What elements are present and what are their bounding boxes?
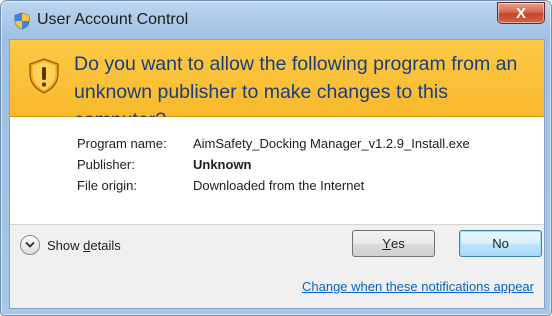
title-bar: User Account Control X [1, 1, 551, 39]
warning-banner: Do you want to allow the following progr… [10, 40, 544, 131]
yes-button[interactable]: Yes [352, 230, 435, 257]
show-details-label[interactable]: Show details [47, 238, 121, 253]
close-button[interactable]: X [497, 2, 545, 24]
program-info: Program name: AimSafety_Docking Manager_… [10, 117, 544, 225]
dialog-footer: Show details Yes No Change when these no… [10, 225, 544, 308]
no-button[interactable]: No [459, 230, 542, 257]
publisher-label: Publisher: [77, 157, 135, 172]
change-notifications-link[interactable]: Change when these notifications appear [302, 279, 534, 294]
program-name-value: AimSafety_Docking Manager_v1.2.9_Install… [193, 136, 470, 151]
program-name-label: Program name: [77, 136, 167, 151]
dialog-body: Do you want to allow the following progr… [9, 39, 545, 309]
file-origin-label: File origin: [77, 178, 137, 193]
close-icon: X [515, 4, 526, 22]
chevron-down-icon[interactable] [20, 235, 40, 255]
show-details-toggle[interactable]: Show details [20, 234, 121, 256]
publisher-value: Unknown [193, 157, 252, 172]
file-origin-value: Downloaded from the Internet [193, 178, 365, 193]
warning-shield-icon [29, 58, 59, 94]
window-title: User Account Control [37, 11, 189, 28]
uac-shield-icon [14, 12, 30, 30]
uac-dialog: User Account Control X Do you want to al… [0, 0, 552, 316]
